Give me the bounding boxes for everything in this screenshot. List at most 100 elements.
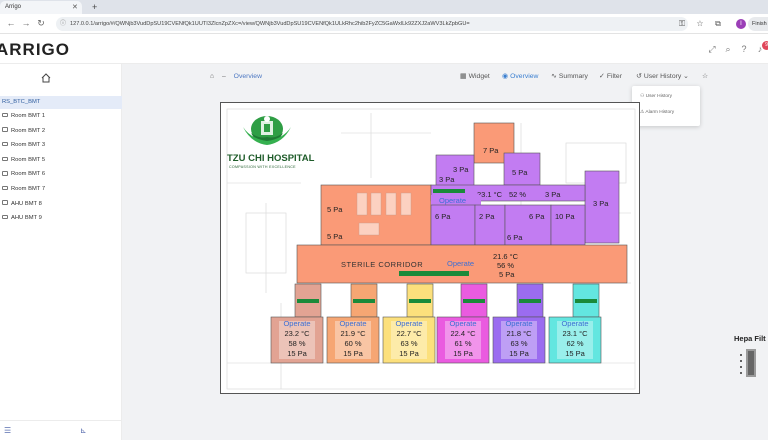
mid-room-2-pa: 2 Pa xyxy=(479,212,495,221)
sidebar-item-ahu-bmt-8[interactable]: AHU BMT 8 xyxy=(0,197,122,212)
hepa-filter-label: Hepa Filt xyxy=(734,334,766,343)
room-top-b1-pa: 3 Pa xyxy=(453,165,469,174)
bmt-room-5-hum: 63 % xyxy=(510,339,527,348)
tree: RS_BTC_BMT Room BMT 1 Room BMT 2 Room BM… xyxy=(0,96,122,226)
check-icon: ✓ xyxy=(599,73,605,80)
bmt-room-1-hum: 58 % xyxy=(288,339,305,348)
tab-widget[interactable]: ▦ Widget xyxy=(460,71,490,83)
close-tab-icon[interactable]: ✕ xyxy=(72,2,78,14)
home-icon[interactable] xyxy=(40,72,52,84)
sidebar-item-room-bmt-2[interactable]: Room BMT 2 xyxy=(0,124,122,139)
anteroom-status-bar-6 xyxy=(575,299,597,303)
new-tab-icon[interactable]: + xyxy=(92,1,97,13)
tab-title: Arrigo xyxy=(5,4,22,10)
history-icon: ↺ xyxy=(636,73,642,80)
bmt-room-4-hum: 61 % xyxy=(454,339,471,348)
bmt-room-3-temp: 22.7 °C xyxy=(396,329,422,338)
address-bar: ← → ↻ 127.0.0.1/arrigo/#/QWNjb3VudDpSU19… xyxy=(0,14,768,34)
crumb-separator: – xyxy=(222,73,226,80)
url-field[interactable]: 127.0.0.1/arrigo/#/QWNjb3VudDpSU19CVENfQ… xyxy=(56,17,688,31)
tab-summary[interactable]: ∿ Summary xyxy=(551,71,588,83)
folder-icon xyxy=(2,156,8,161)
mid-room-5-pa: 6 Pa xyxy=(507,233,523,242)
sidebar: RS_BTC_BMT Room BMT 1 Room BMT 2 Room BM… xyxy=(0,64,122,440)
sidebar-item-room-bmt-6[interactable]: Room BMT 6 xyxy=(0,167,122,182)
sidebar-item-room-bmt-1[interactable]: Room BMT 1 xyxy=(0,109,122,124)
bmt-room-6-status: Operate xyxy=(561,319,588,328)
anteroom-status-bar-1 xyxy=(297,299,319,303)
tab-overview[interactable]: ◉ Overview xyxy=(502,71,538,83)
fullscreen-icon[interactable]: ⤢ xyxy=(706,43,718,55)
bmt-room-2-hum: 60 % xyxy=(344,339,361,348)
folder-icon xyxy=(2,171,8,176)
forward-icon[interactable]: → xyxy=(19,16,33,30)
mid-room-3-pa: 6 Pa xyxy=(529,212,545,221)
tree-root[interactable]: RS_BTC_BMT xyxy=(0,96,122,109)
bmt-room-3-hum: 63 % xyxy=(400,339,417,348)
finish-update-button[interactable]: Finish xyxy=(748,17,768,31)
search-icon[interactable]: ⌕ xyxy=(722,43,734,55)
browser-tab[interactable]: Arrigo ✕ xyxy=(0,1,82,14)
doctor-b-pa: 5 Pa xyxy=(327,232,343,241)
history-dropdown: ⚇ User History ⚠ Alarm History xyxy=(632,86,700,126)
tree-view-icon[interactable]: ⊾ xyxy=(80,425,87,437)
bmt-room-1-pa: 15 Pa xyxy=(287,349,307,358)
bmt-room-4-pa: 15 Pa xyxy=(453,349,473,358)
tzu-chi-logo xyxy=(243,116,291,145)
eye-icon: ◉ xyxy=(502,73,509,80)
sidebar-item-ahu-bmt-9[interactable]: AHU BMT 9 xyxy=(0,211,122,226)
bmt-room-6-hum: 62 % xyxy=(566,339,583,348)
profile-avatar[interactable]: I xyxy=(736,19,746,29)
help-icon[interactable]: ? xyxy=(738,43,750,55)
mid-room-2 xyxy=(474,204,506,246)
arrigo-logo: ARRIGO xyxy=(0,40,70,59)
app-header: ARRIGO ⤢ ⌕ ? ♪ 9 xyxy=(0,34,768,64)
site-info-icon[interactable]: ⓘ xyxy=(60,17,66,31)
home-crumb-icon[interactable]: ⌂ xyxy=(210,73,214,80)
list-view-icon[interactable]: ☰ xyxy=(4,425,11,437)
anteroom-status-bar-4 xyxy=(463,299,485,303)
tab-user-history[interactable]: ↺ User History ⌄ xyxy=(636,71,689,83)
user-icon: ⚇ xyxy=(640,94,645,99)
bmt-room-5-temp: 21.8 °C xyxy=(506,329,532,338)
bmt-room-2-pa: 15 Pa xyxy=(343,349,363,358)
folder-icon xyxy=(2,112,8,118)
hospital-tagline: COMPASSION WITH EXCELLENCE xyxy=(229,165,296,169)
notification-badge: 9 xyxy=(762,41,768,50)
extensions-icon[interactable]: ⧉ xyxy=(712,17,724,31)
crumb-overview[interactable]: Overview xyxy=(234,73,262,80)
anteroom-status-bar-5 xyxy=(519,299,541,303)
bmt-room-3-status: Operate xyxy=(395,319,422,328)
reload-icon[interactable]: ↻ xyxy=(34,16,48,30)
bmt-room-1-temp: 23.2 °C xyxy=(284,329,310,338)
bmt-room-3-pa: 15 Pa xyxy=(399,349,419,358)
corridor-label: STERILE CORRIDOR xyxy=(341,260,423,269)
menu-item-alarm-history[interactable]: ⚠ Alarm History xyxy=(640,109,674,117)
floorplan: TZU CHI HOSPITAL COMPASSION WITH EXCELLE… xyxy=(220,102,640,394)
sidebar-item-room-bmt-3[interactable]: Room BMT 3 xyxy=(0,138,122,153)
doctor-a-pa: 5 Pa xyxy=(327,205,343,214)
bmt-room-2-status: Operate xyxy=(339,319,366,328)
sidebar-item-room-bmt-7[interactable]: Room BMT 7 xyxy=(0,182,122,197)
sidebar-item-room-bmt-5[interactable]: Room BMT 5 xyxy=(0,153,122,168)
back-icon[interactable]: ← xyxy=(4,16,18,30)
favorite-star-icon[interactable]: ☆ xyxy=(702,71,708,83)
corridor-status: Operate xyxy=(447,259,474,268)
corridor-temp: 21.6 °C xyxy=(493,252,519,261)
password-key-icon[interactable]: ⚿ xyxy=(676,17,688,31)
tab-filter[interactable]: ✓ Filter xyxy=(599,71,622,83)
green-status-bar xyxy=(433,189,465,193)
anteroom-status-bar-3 xyxy=(409,299,431,303)
main-area: ⌂ – Overview ▦ Widget ◉ Overview ∿ Summary … xyxy=(122,64,768,440)
mid-room-1 xyxy=(430,204,476,246)
bmt-room-1-status: Operate xyxy=(283,319,310,328)
menu-item-user-history[interactable]: ⚇ User History xyxy=(640,93,672,101)
breadcrumb: ⌂ – Overview xyxy=(210,71,262,83)
browser-tabbar: Arrigo ✕ + xyxy=(0,0,768,14)
bookmark-star-icon[interactable]: ☆ xyxy=(694,17,706,31)
room-right-pa: 3 Pa xyxy=(593,199,609,208)
room-top-c-pa: 5 Pa xyxy=(512,168,528,177)
bmt-room-5-status: Operate xyxy=(505,319,532,328)
folder-icon xyxy=(2,127,8,132)
hospital-name: TZU CHI HOSPITAL xyxy=(227,153,315,164)
